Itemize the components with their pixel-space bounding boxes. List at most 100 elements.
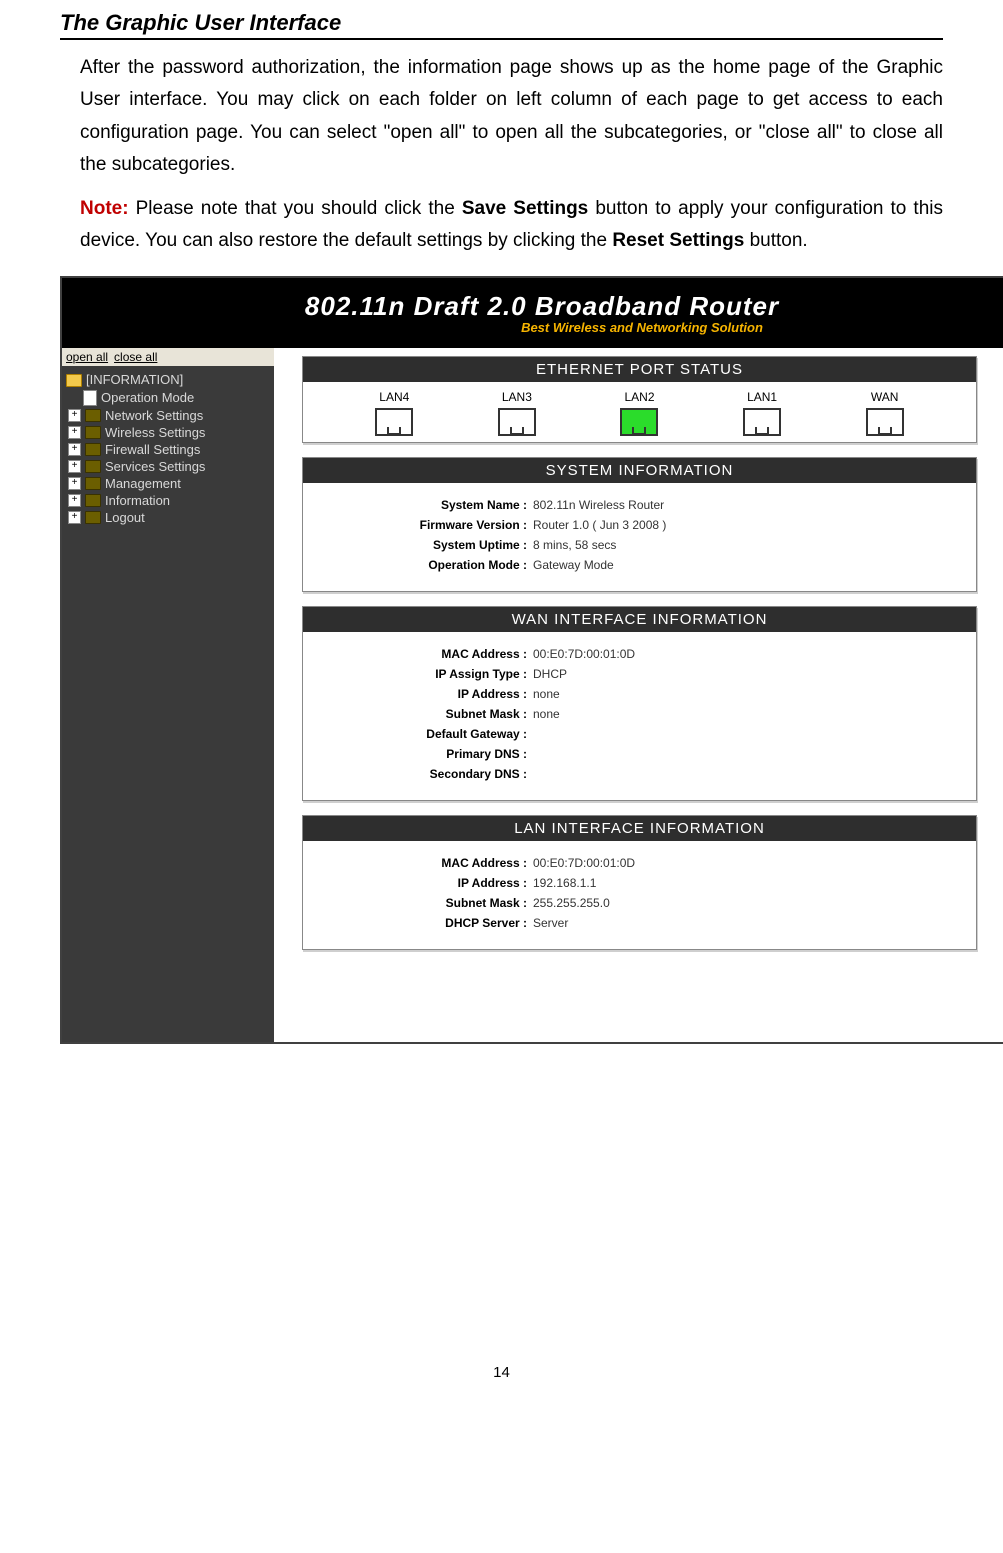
reset-settings-name: Reset Settings: [612, 230, 744, 251]
port-wan: WAN: [866, 390, 904, 436]
page-number: 14: [60, 1364, 943, 1395]
expand-icon[interactable]: +: [68, 477, 81, 490]
kv-key: Default Gateway :: [317, 727, 533, 741]
tree-label: Information: [105, 493, 170, 508]
kv-val: [533, 767, 962, 781]
folder-icon: [85, 460, 101, 473]
note-paragraph: Note: Please note that you should click …: [80, 193, 943, 258]
kv-key: Primary DNS :: [317, 747, 533, 761]
folder-icon: [85, 409, 101, 422]
tree-item-network-settings[interactable]: + Network Settings: [62, 407, 274, 424]
kv-val: [533, 747, 962, 761]
tree-root-label: [INFORMATION]: [86, 372, 183, 387]
port-lan3: LAN3: [498, 390, 536, 436]
port-label: LAN3: [498, 390, 536, 404]
open-all-link[interactable]: open all: [66, 350, 108, 364]
note-text-c: button.: [744, 230, 807, 251]
document-icon: [83, 390, 97, 406]
expand-icon[interactable]: +: [68, 409, 81, 422]
port-label: LAN2: [620, 390, 658, 404]
kv-key: System Uptime :: [317, 538, 533, 552]
kv-key: System Name :: [317, 498, 533, 512]
kv-key: Subnet Mask :: [317, 896, 533, 910]
expand-icon[interactable]: +: [68, 426, 81, 439]
expand-icon[interactable]: +: [68, 443, 81, 456]
port-label: LAN1: [743, 390, 781, 404]
tree-label: Services Settings: [105, 459, 205, 474]
kv-val: none: [533, 687, 962, 701]
kv-val: 00:E0:7D:00:01:0D: [533, 856, 962, 870]
router-title: 802.11n Draft 2.0 Broadband Router: [305, 291, 779, 322]
kv-key: MAC Address :: [317, 856, 533, 870]
save-settings-name: Save Settings: [462, 198, 588, 219]
expand-icon[interactable]: +: [68, 511, 81, 524]
kv-val: Router 1.0 ( Jun 3 2008 ): [533, 518, 962, 532]
ethernet-port-status-panel: ETHERNET PORT STATUS LAN4 LAN3: [302, 356, 977, 443]
kv-key: IP Address :: [317, 876, 533, 890]
port-lan2: LAN2: [620, 390, 658, 436]
tree-item-management[interactable]: + Management: [62, 475, 274, 492]
system-information-panel: SYSTEM INFORMATION System Name :802.11n …: [302, 457, 977, 592]
router-subtitle: Best Wireless and Networking Solution: [521, 320, 763, 335]
tree-item-wireless-settings[interactable]: + Wireless Settings: [62, 424, 274, 441]
tree-connector-icon: [68, 390, 79, 406]
folder-icon: [85, 443, 101, 456]
kv-val: 802.11n Wireless Router: [533, 498, 962, 512]
expand-icon[interactable]: +: [68, 460, 81, 473]
kv-val: [533, 727, 962, 741]
tree-label: Operation Mode: [101, 390, 194, 405]
kv-val: 8 mins, 58 secs: [533, 538, 962, 552]
port-lan4: LAN4: [375, 390, 413, 436]
ethernet-port-icon-active: [620, 408, 658, 436]
panel-header: WAN INTERFACE INFORMATION: [303, 607, 976, 632]
sidebar-top-controls: open all close all: [62, 348, 274, 366]
folder-icon: [85, 511, 101, 524]
expand-icon[interactable]: +: [68, 494, 81, 507]
intro-paragraph: After the password authorization, the in…: [80, 52, 943, 181]
tree-item-operation-mode[interactable]: Operation Mode: [62, 389, 274, 407]
port-lan1: LAN1: [743, 390, 781, 436]
tree-item-services-settings[interactable]: + Services Settings: [62, 458, 274, 475]
open-folder-icon: [66, 374, 82, 387]
panel-header: SYSTEM INFORMATION: [303, 458, 976, 483]
kv-key: DHCP Server :: [317, 916, 533, 930]
ethernet-port-icon: [375, 408, 413, 436]
ethernet-port-icon: [498, 408, 536, 436]
tree-item-information[interactable]: + Information: [62, 492, 274, 509]
folder-icon: [85, 494, 101, 507]
kv-val: none: [533, 707, 962, 721]
kv-val: DHCP: [533, 667, 962, 681]
tree-label: Firewall Settings: [105, 442, 200, 457]
kv-val: Server: [533, 916, 962, 930]
folder-icon: [85, 477, 101, 490]
router-admin-screenshot: 802.11n Draft 2.0 Broadband Router Best …: [60, 276, 1003, 1044]
tree-label: Logout: [105, 510, 145, 525]
tree-label: Network Settings: [105, 408, 203, 423]
port-label: WAN: [866, 390, 904, 404]
port-label: LAN4: [375, 390, 413, 404]
close-all-link[interactable]: close all: [114, 350, 157, 364]
ethernet-port-icon: [743, 408, 781, 436]
tree-item-firewall-settings[interactable]: + Firewall Settings: [62, 441, 274, 458]
main-content: ETHERNET PORT STATUS LAN4 LAN3: [274, 348, 1003, 1042]
lan-interface-panel: LAN INTERFACE INFORMATION MAC Address :0…: [302, 815, 977, 950]
note-text-a: Please note that you should click the: [129, 198, 462, 219]
tree-label: Management: [105, 476, 181, 491]
tree-item-logout[interactable]: + Logout: [62, 509, 274, 526]
kv-val: Gateway Mode: [533, 558, 962, 572]
kv-val: 255.255.255.0: [533, 896, 962, 910]
tree-root[interactable]: [INFORMATION]: [62, 366, 274, 389]
kv-key: IP Address :: [317, 687, 533, 701]
ethernet-port-icon: [866, 408, 904, 436]
kv-key: MAC Address :: [317, 647, 533, 661]
panel-header: ETHERNET PORT STATUS: [303, 357, 976, 382]
kv-key: Subnet Mask :: [317, 707, 533, 721]
note-label: Note:: [80, 198, 129, 219]
kv-key: Secondary DNS :: [317, 767, 533, 781]
panel-header: LAN INTERFACE INFORMATION: [303, 816, 976, 841]
kv-key: IP Assign Type :: [317, 667, 533, 681]
kv-key: Firmware Version :: [317, 518, 533, 532]
kv-val: 00:E0:7D:00:01:0D: [533, 647, 962, 661]
tree-label: Wireless Settings: [105, 425, 205, 440]
kv-key: Operation Mode :: [317, 558, 533, 572]
